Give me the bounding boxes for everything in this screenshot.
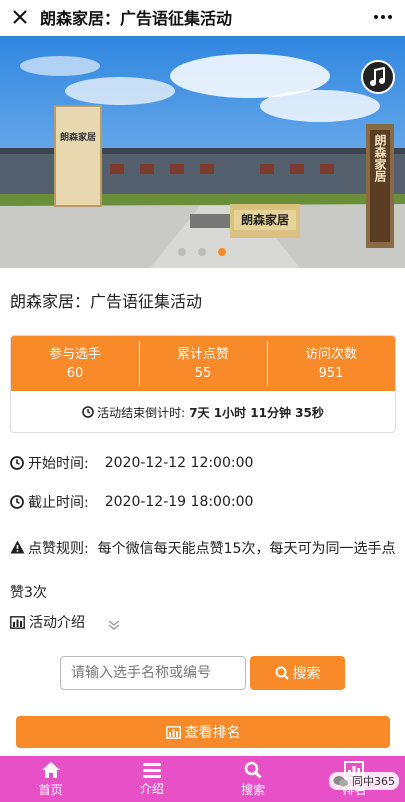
clock-icon xyxy=(82,406,94,418)
like-rule-label: 点赞规则: xyxy=(28,541,89,557)
warning-icon xyxy=(10,540,25,554)
countdown-value: 7天 1小时 11分钟 35秒 xyxy=(189,405,324,420)
carousel-dot[interactable] xyxy=(198,248,206,256)
search-button[interactable]: 搜索 xyxy=(250,656,345,690)
view-ranking-button[interactable]: 查看排名 xyxy=(16,716,390,748)
music-note-icon xyxy=(370,67,385,86)
search-icon xyxy=(275,666,289,680)
search-button-label: 搜索 xyxy=(292,666,321,682)
bar-chart-icon xyxy=(10,615,25,629)
end-time-value: 2020-12-19 18:00:00 xyxy=(104,494,254,510)
stat-participants: 参与选手 60 xyxy=(11,336,139,391)
stat-likes-value: 55 xyxy=(194,366,212,381)
end-time-row: 截止时间: 2020-12-19 18:00:00 xyxy=(10,492,253,512)
more-button[interactable] xyxy=(361,0,405,34)
carousel-dot[interactable] xyxy=(178,248,186,256)
countdown: 活动结束倒计时: 7天 1小时 11分钟 35秒 xyxy=(11,391,395,432)
countdown-label: 活动结束倒计时: xyxy=(97,405,186,420)
tab-search[interactable]: 搜索 xyxy=(203,756,304,802)
stats-panel: 参与选手 60 累计点赞 55 访问次数 951 活动结束倒计时: 7天 1小时… xyxy=(10,335,396,433)
end-time-label: 截止时间: xyxy=(28,495,89,511)
music-button[interactable] xyxy=(361,60,395,94)
menu-icon xyxy=(142,762,161,778)
tower-sign-text: 朗森家居 xyxy=(373,133,387,183)
carousel-dot-active[interactable] xyxy=(218,248,226,256)
intro-label: 活动介绍 xyxy=(29,615,85,631)
bar-chart-icon xyxy=(165,725,181,739)
home-icon xyxy=(41,761,60,778)
search-icon xyxy=(244,761,262,779)
search-input[interactable] xyxy=(60,656,246,690)
banner-image: 朗森家居 朗森家居 朗森家居 xyxy=(0,36,405,268)
stat-participants-label: 参与选手 xyxy=(48,347,101,362)
tab-search-label: 搜索 xyxy=(241,782,266,797)
start-time-value: 2020-12-12 12:00:00 xyxy=(104,455,254,471)
like-rule: 点赞规则: 每个微信每天能点赞15次，每天可为同一选手点赞3次 xyxy=(10,527,398,615)
stat-likes-label: 累计点赞 xyxy=(176,347,229,362)
stat-visits: 访问次数 951 xyxy=(267,336,395,391)
clock-icon xyxy=(10,456,24,470)
tab-home[interactable]: 首页 xyxy=(0,756,101,802)
double-chevron-down-icon xyxy=(108,620,120,630)
start-time-row: 开始时间: 2020-12-12 12:00:00 xyxy=(10,453,253,473)
view-ranking-label: 查看排名 xyxy=(184,725,241,741)
stat-visits-value: 951 xyxy=(318,366,344,381)
intro-toggle[interactable]: 活动介绍 xyxy=(10,612,125,632)
close-button[interactable] xyxy=(0,0,40,34)
banner-carousel[interactable]: 朗森家居 朗森家居 朗森家居 xyxy=(0,36,405,268)
top-bar: 朗森家居：广告语征集活动 xyxy=(0,0,405,34)
tab-intro-label: 介绍 xyxy=(139,781,164,796)
stat-likes: 累计点赞 55 xyxy=(139,336,267,391)
wechat-icon xyxy=(333,775,348,787)
watermark: 同中365 xyxy=(329,772,399,790)
stat-participants-value: 60 xyxy=(66,366,84,381)
wall-sign-text: 朗森家居 xyxy=(241,212,289,227)
stat-visits-label: 访问次数 xyxy=(304,347,357,362)
clock-icon xyxy=(10,495,24,509)
more-icon xyxy=(374,15,392,19)
close-icon xyxy=(13,10,27,24)
window-title: 朗森家居：广告语征集活动 xyxy=(40,9,233,28)
activity-title: 朗森家居：广告语征集活动 xyxy=(10,292,203,311)
gate-sign-text: 朗森家居 xyxy=(60,131,96,143)
watermark-text: 同中365 xyxy=(352,775,395,788)
start-time-label: 开始时间: xyxy=(28,456,89,472)
tab-intro[interactable]: 介绍 xyxy=(101,756,202,802)
tab-home-label: 首页 xyxy=(38,782,63,797)
